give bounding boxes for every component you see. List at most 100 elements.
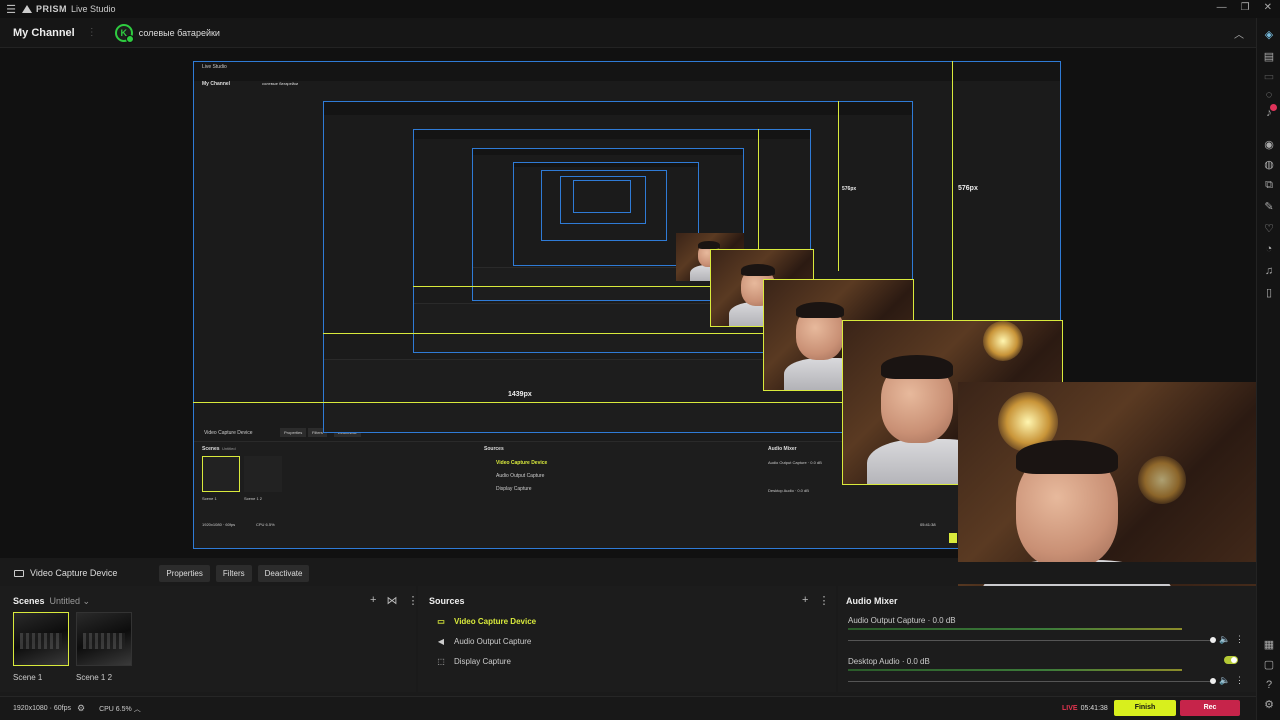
layers-icon[interactable]: ⧉ bbox=[1262, 178, 1276, 192]
display-capture-icon: ⬚ bbox=[437, 657, 445, 666]
dimension-label-1: 576px bbox=[958, 185, 978, 192]
speaker-icon[interactable]: 🔈 bbox=[1219, 675, 1230, 686]
shield-icon[interactable]: ♡ bbox=[1262, 222, 1276, 236]
guide-line-v2 bbox=[838, 101, 839, 271]
volume-slider[interactable] bbox=[848, 678, 1216, 684]
scene-item[interactable]: Scene 1 bbox=[13, 612, 69, 682]
wand-icon[interactable]: ✎ bbox=[1262, 200, 1276, 214]
nested-mixer-title: Audio Mixer bbox=[768, 446, 797, 453]
deactivate-button[interactable]: Deactivate bbox=[257, 564, 310, 582]
nested-scenes-subtitle: Untitled bbox=[222, 446, 236, 452]
nested-cpu: CPU 6.5% bbox=[256, 522, 275, 528]
layout-grid-icon[interactable]: ▦ bbox=[1262, 638, 1276, 652]
nested-scene-1: Scene 1 bbox=[202, 496, 217, 502]
more-dots-icon[interactable]: ⋮ bbox=[1235, 634, 1244, 645]
camera-icon: ▭ bbox=[437, 617, 445, 626]
chat-icon[interactable]: ◌ bbox=[1262, 88, 1276, 102]
add-scene-icon[interactable]: + bbox=[370, 594, 376, 607]
volume-slider[interactable] bbox=[848, 637, 1216, 643]
audio-meter bbox=[848, 628, 1182, 630]
add-source-icon[interactable]: + bbox=[802, 594, 808, 607]
camera-icon[interactable]: ◉ bbox=[1262, 138, 1276, 152]
status-bar: 1920x1080 · 60fps ⚙ CPU 6.5% ︿ LIVE 05:41… bbox=[0, 696, 1256, 720]
music-icon[interactable]: ♫ bbox=[1262, 264, 1276, 278]
resolution-fps: 1920x1080 · 60fps bbox=[13, 705, 71, 712]
settings-gear-icon[interactable]: ⚙ bbox=[1262, 698, 1276, 712]
nested-scene-thumb-1 bbox=[202, 456, 240, 493]
scenes-tools: + ⋈ ⋮ bbox=[370, 594, 418, 607]
sources-tools: + ⋮ bbox=[802, 594, 829, 607]
scenes-dock: Scenes Untitled ⌄ + ⋈ ⋮ Scene 1 Scene 1 2 bbox=[0, 586, 418, 692]
speaker-icon[interactable]: 🔈 bbox=[1219, 634, 1230, 645]
source-item[interactable]: ◀ Audio Output Capture bbox=[436, 637, 531, 646]
mixer-channel-label: Audio Output Capture · 0.0 dB bbox=[848, 616, 956, 625]
rec-button[interactable]: Rec bbox=[1180, 700, 1240, 716]
nested-channel-account: солевые батарейки bbox=[262, 81, 299, 86]
transition-icon[interactable]: ⋈ bbox=[386, 594, 397, 607]
right-sidebar: ◈ ▤ ▭ ◌ ♪ ◉ ◍ ⧉ ✎ ♡ ◔ ♫ ▯ ▦ ▢ ? ⚙ bbox=[1256, 18, 1280, 720]
volume-slider-knob[interactable] bbox=[1210, 678, 1216, 684]
channel-title[interactable]: My Channel bbox=[13, 27, 75, 39]
audio-meter bbox=[848, 669, 1182, 671]
more-dots-icon[interactable]: ⋮ bbox=[818, 594, 829, 607]
source-item[interactable]: ⬚ Display Capture bbox=[436, 657, 511, 666]
hamburger-menu-icon[interactable]: ☰ bbox=[0, 3, 22, 16]
volume-slider-knob[interactable] bbox=[1210, 637, 1216, 643]
source-label: Audio Output Capture bbox=[454, 637, 532, 646]
scenes-title: Scenes bbox=[13, 596, 45, 606]
nested-source: Video Capture Device bbox=[204, 430, 253, 437]
nested-scene-2: Scene 1 2 bbox=[244, 496, 263, 502]
source-label: Video Capture Device bbox=[454, 617, 537, 626]
prism-agent-icon[interactable]: ◈ bbox=[1262, 28, 1276, 42]
cpu-usage[interactable]: CPU 6.5% ︿ bbox=[99, 704, 141, 714]
live-indicator: LIVE 05:41:38 bbox=[1062, 705, 1108, 712]
nested-properties: Properties bbox=[280, 428, 307, 438]
more-dots-icon[interactable]: ⋮ bbox=[1235, 675, 1244, 686]
window-controls: — ❐ ✕ bbox=[1217, 2, 1272, 13]
more-dots-icon[interactable]: ⋮ bbox=[87, 27, 97, 38]
nested-mix-1: Audio Output Capture · 0.0 dB bbox=[768, 460, 822, 466]
nested-app-name: Live Studio bbox=[202, 64, 227, 70]
filters-button[interactable]: Filters bbox=[215, 564, 252, 582]
finish-button[interactable]: Finish bbox=[1114, 700, 1176, 716]
copy-icon[interactable]: ▭ bbox=[1262, 70, 1276, 84]
preview-canvas[interactable]: Live Studio My Channel солевые батарейки… bbox=[0, 48, 1256, 624]
settings-gear-icon[interactable]: ⚙ bbox=[77, 703, 85, 714]
more-dots-icon[interactable]: ⋮ bbox=[407, 594, 418, 607]
layout-icon[interactable]: ▤ bbox=[1262, 50, 1276, 64]
webcam-icon[interactable]: ◍ bbox=[1262, 158, 1276, 172]
speaker-icon: ◀ bbox=[437, 637, 445, 646]
close-icon[interactable]: ✕ bbox=[1264, 2, 1272, 13]
live-time: 05:41:38 bbox=[1080, 705, 1108, 712]
scene-label: Scene 1 2 bbox=[76, 673, 113, 682]
channel-bar: My Channel ⋮ K солевые батарейки ︿ bbox=[0, 18, 1256, 48]
sources-dock: Sources + ⋮ ▭ Video Capture Device ◀ Aud… bbox=[418, 586, 836, 692]
channel-chip[interactable]: K солевые батарейки bbox=[114, 23, 220, 43]
sources-title: Sources bbox=[429, 596, 465, 606]
notification-badge bbox=[1270, 104, 1277, 111]
properties-button[interactable]: Properties bbox=[159, 564, 210, 582]
sticker-icon[interactable]: ◔ bbox=[1262, 242, 1276, 256]
title-bar: ☰ PRISM Live Studio — ❐ ✕ bbox=[0, 0, 1280, 18]
scene-thumbnail bbox=[76, 612, 132, 666]
minimize-icon[interactable]: — bbox=[1217, 2, 1227, 13]
scene-label: Scene 1 bbox=[13, 673, 43, 682]
camera-icon bbox=[14, 569, 24, 577]
scene-collection-dropdown[interactable]: Untitled ⌄ bbox=[50, 596, 91, 606]
help-icon[interactable]: ? bbox=[1262, 678, 1276, 692]
channel-avatar: K bbox=[114, 23, 134, 43]
nested-src-3: Display Capture bbox=[496, 486, 532, 493]
nested-capture-level-8 bbox=[573, 180, 631, 213]
battery-icon[interactable]: ▯ bbox=[1262, 286, 1276, 300]
scene-item[interactable]: Scene 1 2 bbox=[76, 612, 132, 682]
audio-toggle[interactable] bbox=[1224, 656, 1238, 664]
source-item[interactable]: ▭ Video Capture Device bbox=[436, 617, 536, 626]
chat-bubble-icon[interactable]: ▢ bbox=[1262, 658, 1276, 672]
maximize-icon[interactable]: ❐ bbox=[1241, 2, 1250, 13]
chevron-up-icon[interactable]: ︿ bbox=[1234, 26, 1244, 41]
dimension-label-2: 576px bbox=[842, 186, 857, 192]
guide-line-h1 bbox=[193, 402, 843, 403]
guide-line-h3 bbox=[413, 286, 713, 287]
source-label: Display Capture bbox=[454, 657, 511, 666]
resize-handle[interactable] bbox=[949, 533, 957, 543]
